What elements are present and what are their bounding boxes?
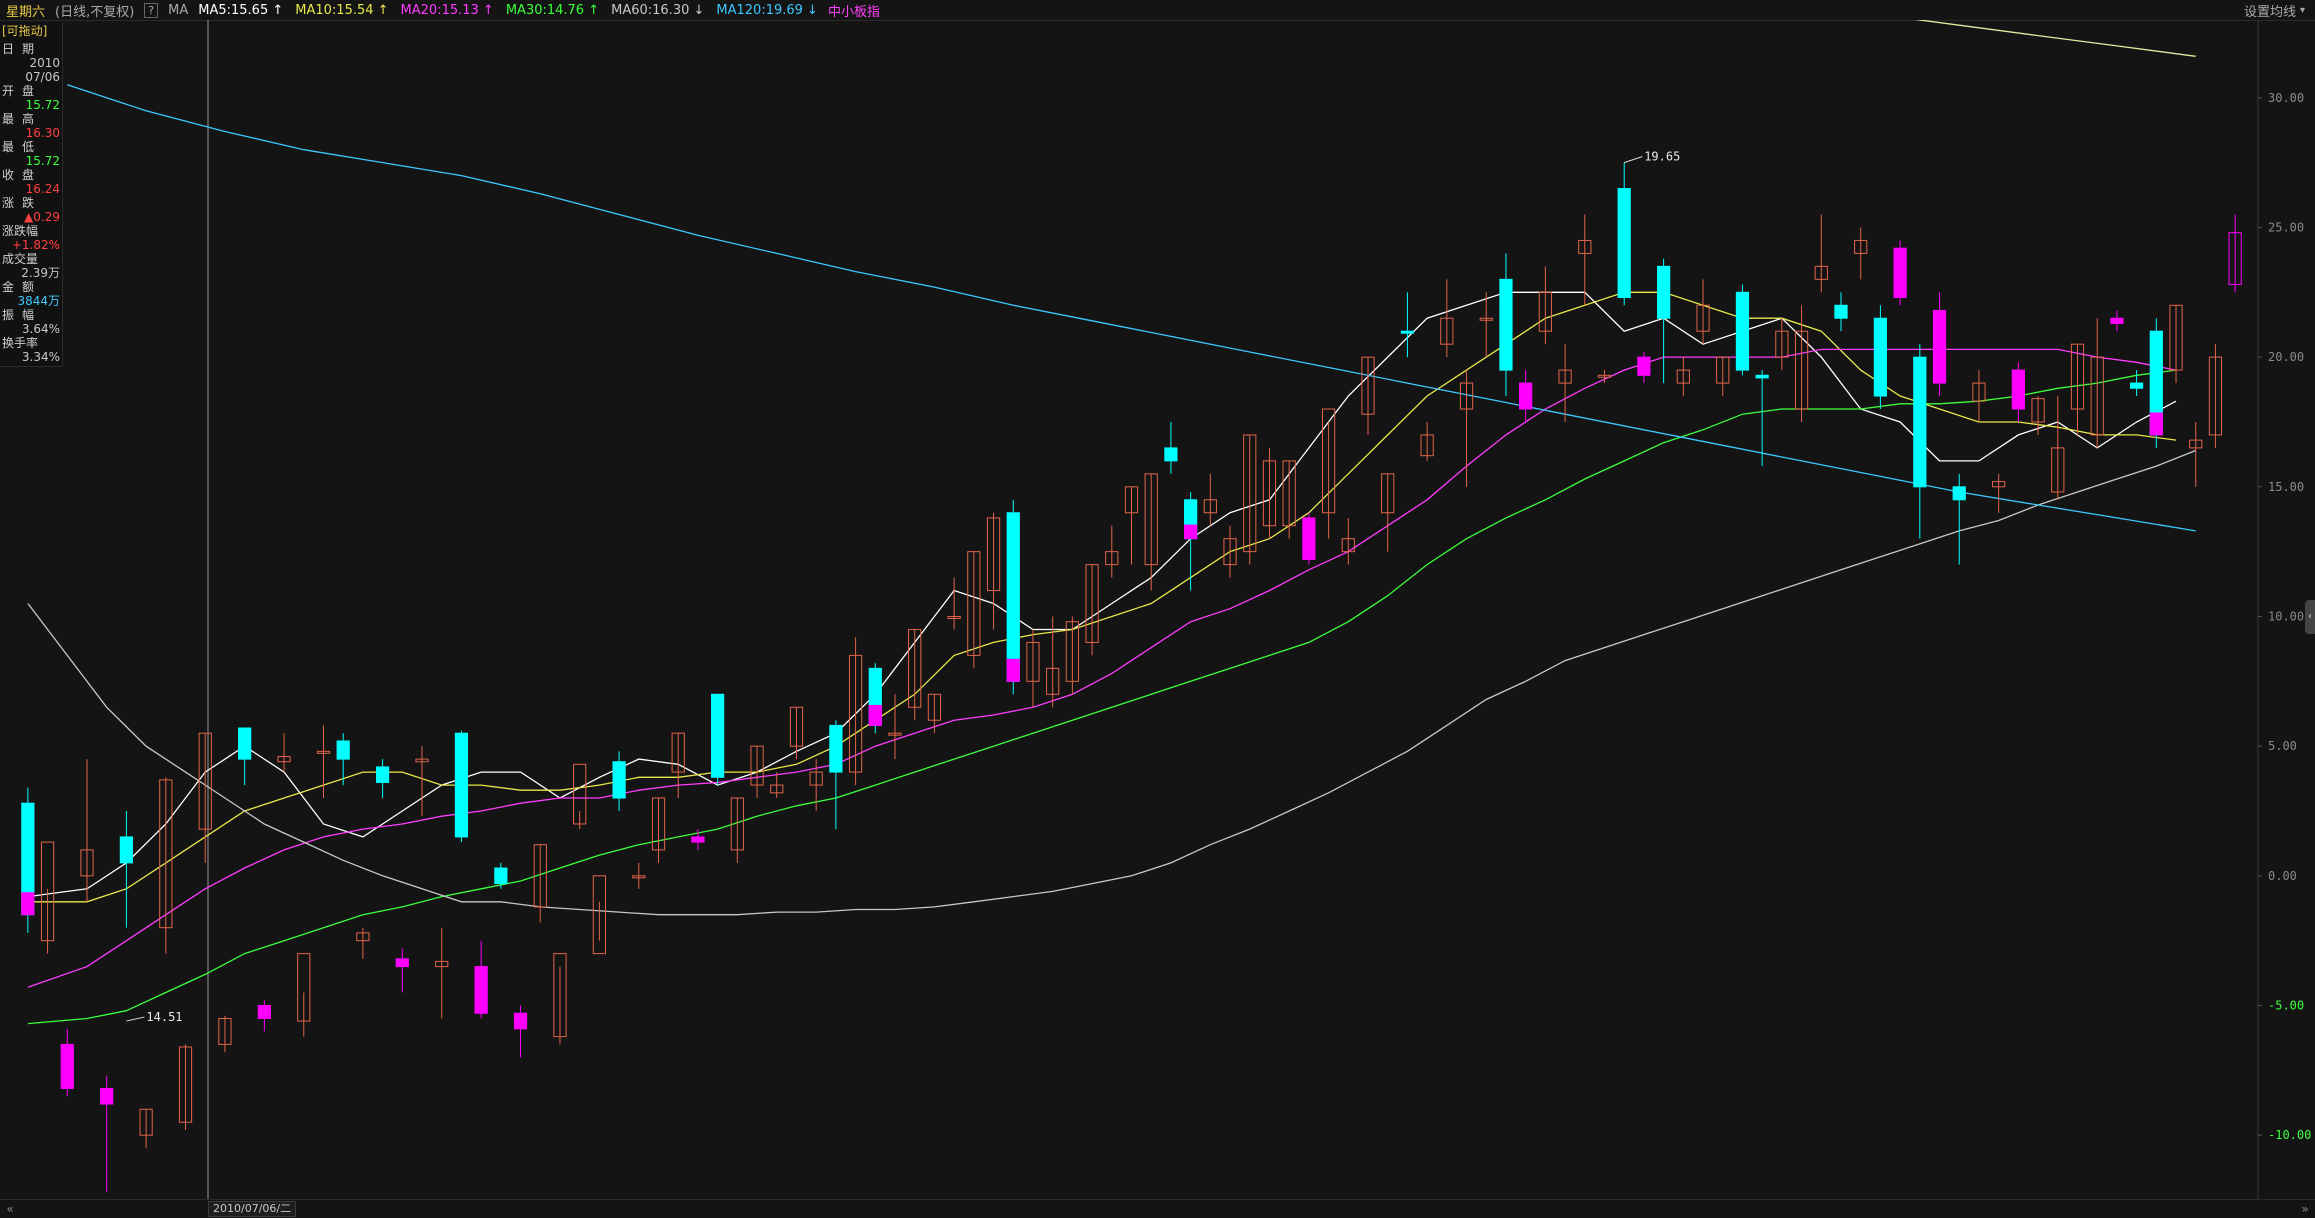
arrow-down-icon: ↓	[802, 2, 818, 18]
ma-line-ma10	[27, 291, 2177, 903]
candle-body	[375, 766, 390, 783]
candle-body	[1637, 356, 1651, 376]
candle-body	[1617, 188, 1631, 298]
y-tick-label: 10.00	[2268, 609, 2304, 623]
kline-chart-area[interactable]: 30.00 25.00 20.00 15.00 10.00 5.00 0.00 -5.00 -1…	[0, 14, 2315, 1200]
ma-indicator-2: MA20:15.13 ↑	[401, 3, 494, 18]
candle-body-overlay	[868, 704, 882, 726]
candle-body	[1519, 382, 1533, 410]
ma-settings-button[interactable]: 设置均线	[2244, 1, 2296, 20]
top-indicator-bar: 星期六 (日线,不复权) ? MA MA5:15.65 ↑ MA10:15.54 …	[0, 0, 2315, 21]
ma-line-ma60	[27, 449, 2196, 916]
candle-body-overlay	[1006, 658, 1020, 682]
candle-body	[1834, 304, 1848, 319]
candle-body	[2129, 382, 2144, 389]
candle-body	[454, 732, 469, 838]
arrow-up-icon: ↑	[268, 2, 284, 18]
candle-body	[1164, 447, 1178, 462]
candle-body	[612, 761, 626, 799]
candle-body-overlay	[1184, 524, 1198, 540]
candle-body	[1735, 291, 1750, 371]
candle-body	[119, 836, 134, 864]
cursor-date-label: 2010/07/06/二	[208, 1201, 297, 1217]
y-tick-label: -5.00	[2268, 998, 2304, 1012]
candle-body	[1400, 330, 1415, 334]
candle-body	[1006, 512, 1020, 682]
candle-body	[2011, 369, 2025, 410]
candle-body	[395, 958, 409, 968]
ma-line-ma20	[27, 348, 2177, 988]
arrow-down-icon: ↓	[689, 2, 705, 18]
min-price-label: 14.51	[146, 1010, 182, 1024]
ma-indicator-label: MA20:15.13	[400, 2, 479, 18]
bottom-scroll-bar[interactable]: « 2010/07/06/二 »	[0, 1199, 2315, 1218]
scroll-right-button[interactable]: »	[2295, 1202, 2315, 1216]
candle-body	[1755, 374, 1769, 379]
y-tick-label: 30.00	[2268, 91, 2304, 105]
chevron-left-icon: ‹	[2308, 611, 2312, 622]
candle-body	[1657, 265, 1671, 319]
candle-body	[474, 966, 488, 1014]
ma-line-ma30	[27, 369, 2177, 1025]
y-tick-label: 0.00	[2268, 869, 2297, 883]
scroll-left-button[interactable]: «	[0, 1202, 20, 1216]
max-price-pointer	[1624, 156, 1643, 164]
ma-indicator-5: MA120:19.69 ↓	[716, 3, 818, 18]
y-tick-label: 5.00	[2268, 739, 2297, 753]
y-tick-label: 20.00	[2268, 350, 2304, 364]
ma-indicator-label: MA60:16.30	[611, 2, 690, 18]
candle-body	[1302, 517, 1316, 560]
index-link[interactable]: 中小板指	[828, 1, 880, 20]
help-button[interactable]: ?	[144, 2, 159, 18]
candle-body-overlay	[2149, 412, 2163, 436]
candle-body-overlay	[21, 892, 35, 916]
chevron-down-icon[interactable]: ▾	[2300, 5, 2305, 16]
ma-line-ma120	[67, 84, 2196, 532]
weekday-label: 星期六	[6, 4, 46, 20]
kline-chart[interactable]: 30.00 25.00 20.00 15.00 10.00 5.00 0.00 -5.00 -1…	[0, 14, 2315, 1200]
y-tick-label: 25.00	[2268, 220, 2304, 234]
candle-body	[1893, 247, 1907, 298]
candle-body	[336, 740, 350, 760]
ma-indicator-label: MA10:15.54	[295, 2, 374, 18]
candle-body	[1873, 317, 1888, 397]
candle-body	[1913, 356, 1927, 488]
candle-body	[60, 1043, 74, 1089]
ma-label: MA	[168, 2, 189, 18]
ma-indicator-1: MA10:15.54 ↑	[295, 3, 388, 18]
ma-line-ma250	[1880, 14, 2196, 57]
candle-body	[257, 1004, 271, 1019]
y-tick-label: 15.00	[2268, 480, 2304, 494]
candle-body	[829, 724, 843, 773]
period-mode-label: (日线,不复权)	[55, 4, 135, 20]
arrow-up-icon: ↑	[478, 2, 494, 18]
candle-body	[1952, 486, 1966, 501]
panel-collapse-handle[interactable]: ‹	[2305, 600, 2315, 634]
candle-body	[1499, 278, 1513, 371]
candle-body	[691, 836, 705, 843]
ma-line-ma5	[27, 291, 2177, 898]
ma-indicator-0: MA5:15.65 ↑	[198, 3, 283, 18]
candle-body	[238, 727, 252, 760]
max-price-label: 19.65	[1644, 150, 1680, 164]
candle-body	[2110, 317, 2124, 324]
ma-indicator-list: MA5:15.65 ↑ MA10:15.54 ↑ MA20:15.13 ↑ MA30:…	[198, 3, 818, 18]
candle-body	[494, 867, 508, 885]
y-tick-label: -10.00	[2268, 1128, 2311, 1142]
ma-indicator-label: MA5:15.65	[198, 2, 269, 18]
candle-body	[1932, 309, 1947, 384]
arrow-up-icon: ↑	[584, 2, 600, 18]
ma-indicator-label: MA120:19.69	[716, 2, 803, 18]
arrow-up-icon: ↑	[373, 2, 389, 18]
candle-body	[513, 1012, 528, 1030]
ma-indicator-4: MA60:16.30 ↓	[611, 3, 704, 18]
ma-indicator-3: MA30:14.76 ↑	[506, 3, 599, 18]
min-price-pointer	[126, 1016, 145, 1022]
candle-body	[100, 1087, 114, 1105]
ma-indicator-label: MA30:14.76	[505, 2, 585, 18]
candle-body	[711, 693, 725, 778]
